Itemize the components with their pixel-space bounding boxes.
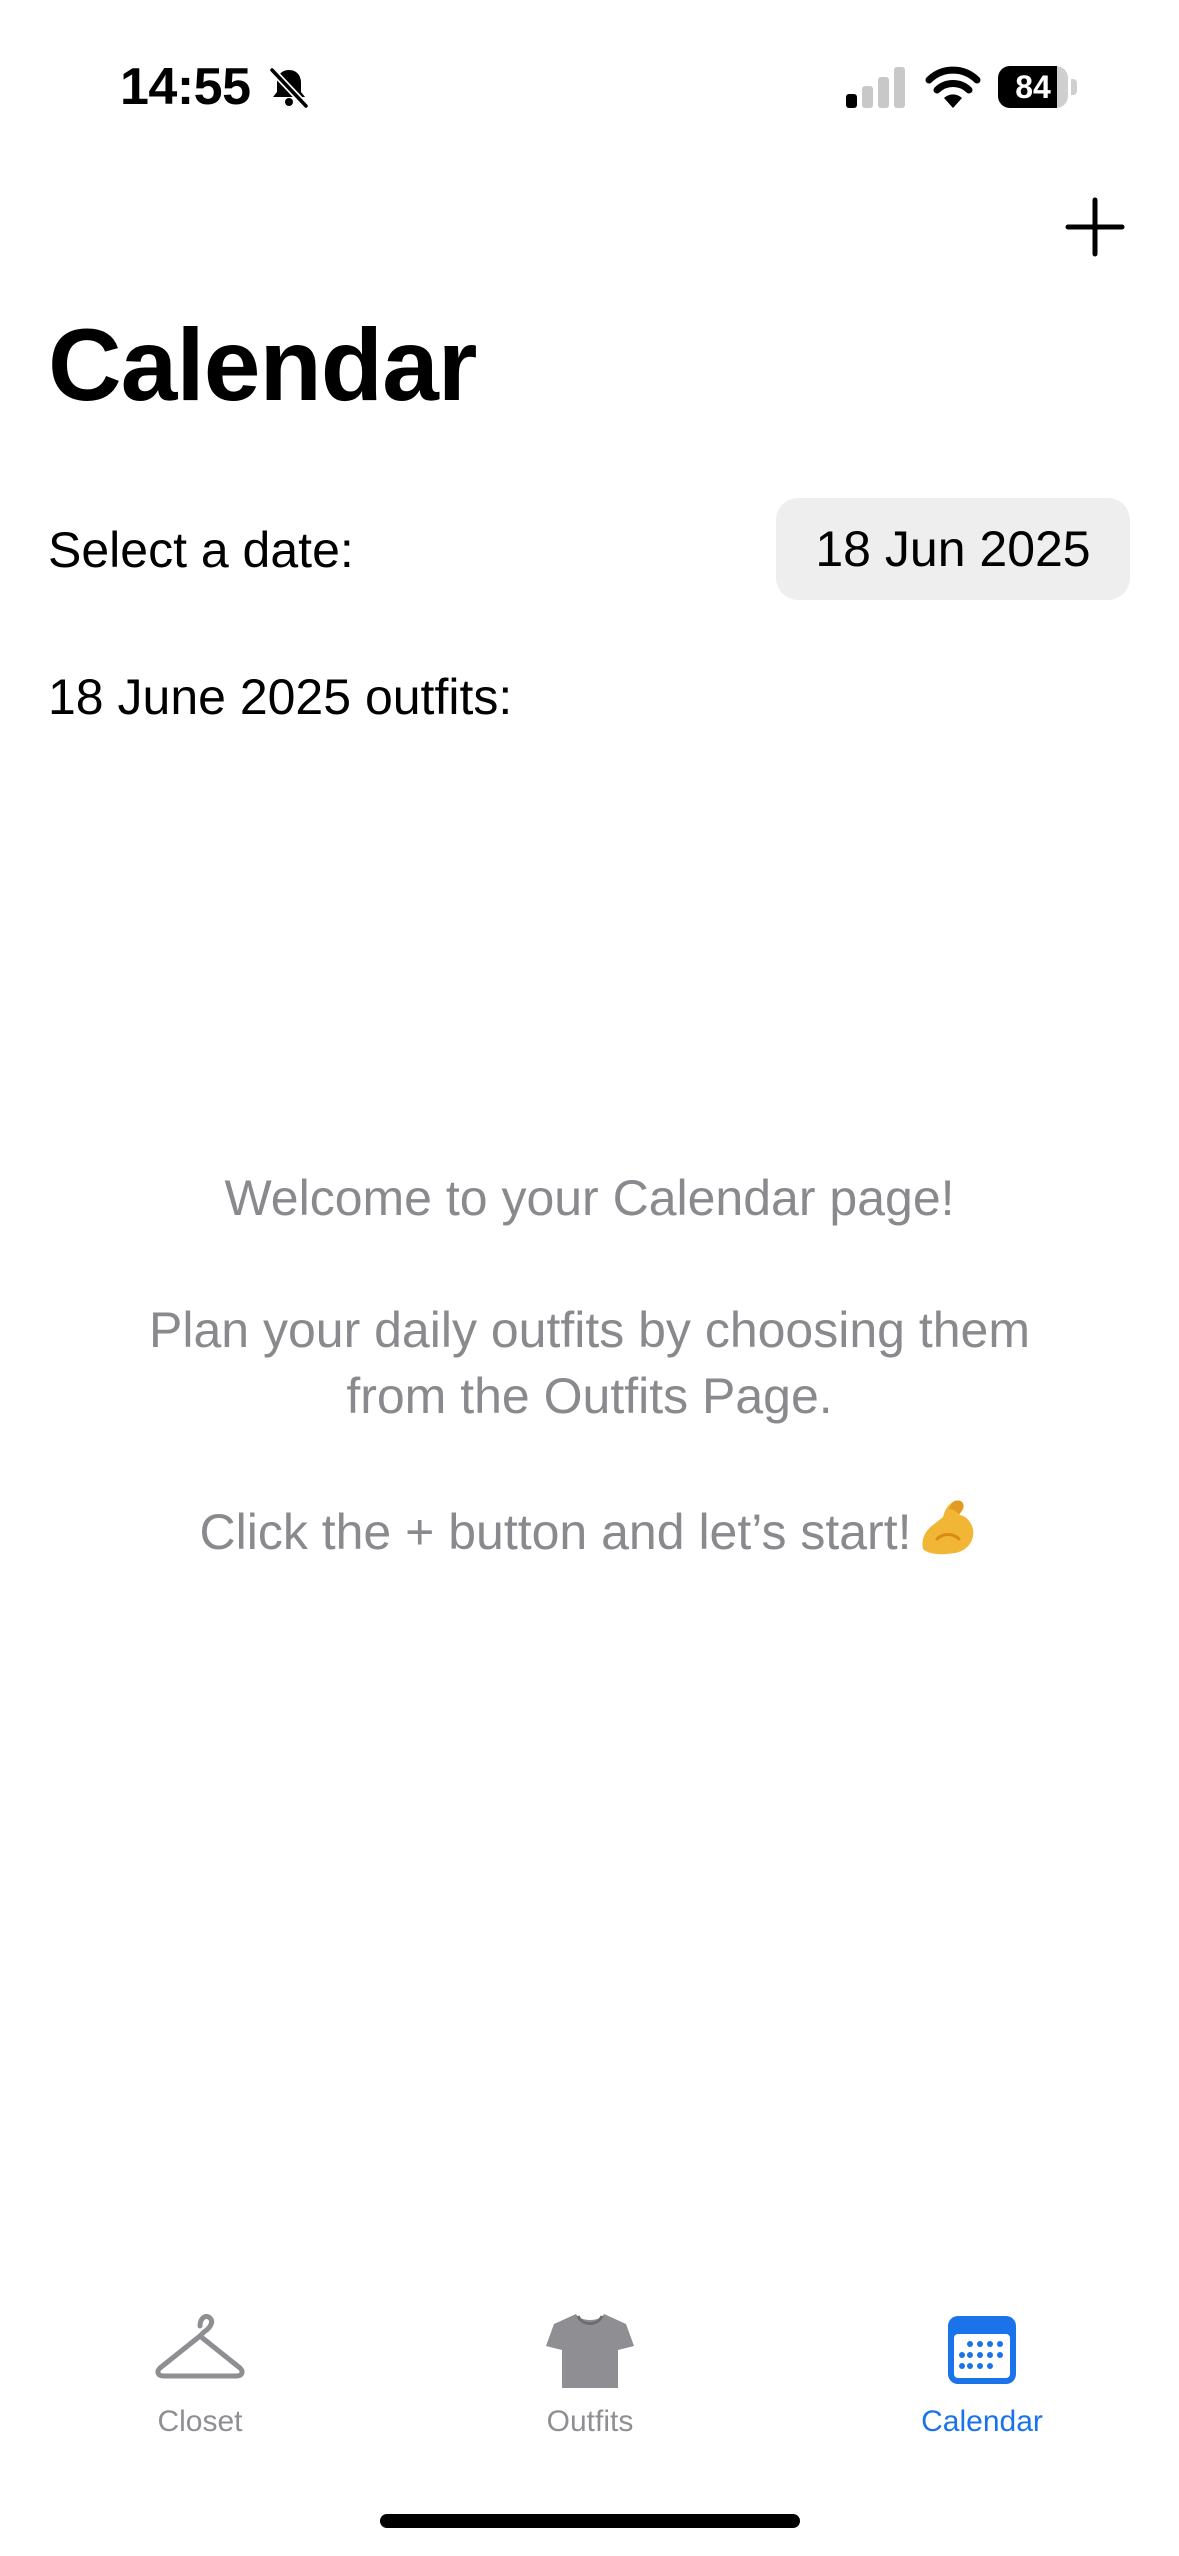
empty-state-cta: Click the + button and let’s start! xyxy=(0,1495,1179,1565)
date-picker-button[interactable]: 18 Jun 2025 xyxy=(776,498,1130,600)
tshirt-icon xyxy=(546,2314,634,2388)
cellular-signal-icon xyxy=(846,67,905,108)
battery-icon: 84 xyxy=(998,66,1078,108)
add-button[interactable] xyxy=(1064,196,1126,258)
date-label: Select a date: xyxy=(48,522,354,578)
flexed-biceps-icon xyxy=(922,1500,974,1555)
status-time: 14:55 xyxy=(120,58,251,116)
tab-outfits[interactable]: Outfits xyxy=(470,2310,710,2450)
bell-slash-icon xyxy=(269,67,309,109)
empty-state-message: Welcome to your Calendar page! Plan your… xyxy=(0,1165,1179,1565)
home-indicator[interactable] xyxy=(380,2514,800,2528)
tab-closet[interactable]: Closet xyxy=(80,2310,320,2450)
tab-closet-label: Closet xyxy=(157,2405,243,2438)
hanger-icon xyxy=(155,2313,245,2379)
calendar-screen: 14:55 84 Calendar Select a date: 18 Jun … xyxy=(0,0,1179,2556)
battery-tip xyxy=(1071,79,1077,95)
tab-calendar[interactable]: Calendar xyxy=(862,2310,1102,2450)
wifi-icon xyxy=(925,66,981,108)
empty-state-instructions: Plan your daily outfits by choosing them… xyxy=(148,1302,1031,1424)
battery-level: 84 xyxy=(1015,69,1051,105)
calendar-icon xyxy=(948,2316,1016,2384)
empty-state-welcome: Welcome to your Calendar page! xyxy=(224,1170,955,1226)
empty-state-cta-text: Click the + button and let’s start! xyxy=(199,1504,912,1560)
battery-body: 84 xyxy=(998,66,1068,108)
outfits-heading: 18 June 2025 outfits: xyxy=(48,669,513,725)
page-title: Calendar xyxy=(48,308,477,422)
tab-outfits-label: Outfits xyxy=(546,2405,634,2438)
tab-calendar-label: Calendar xyxy=(921,2405,1043,2438)
plus-icon xyxy=(1065,197,1125,257)
